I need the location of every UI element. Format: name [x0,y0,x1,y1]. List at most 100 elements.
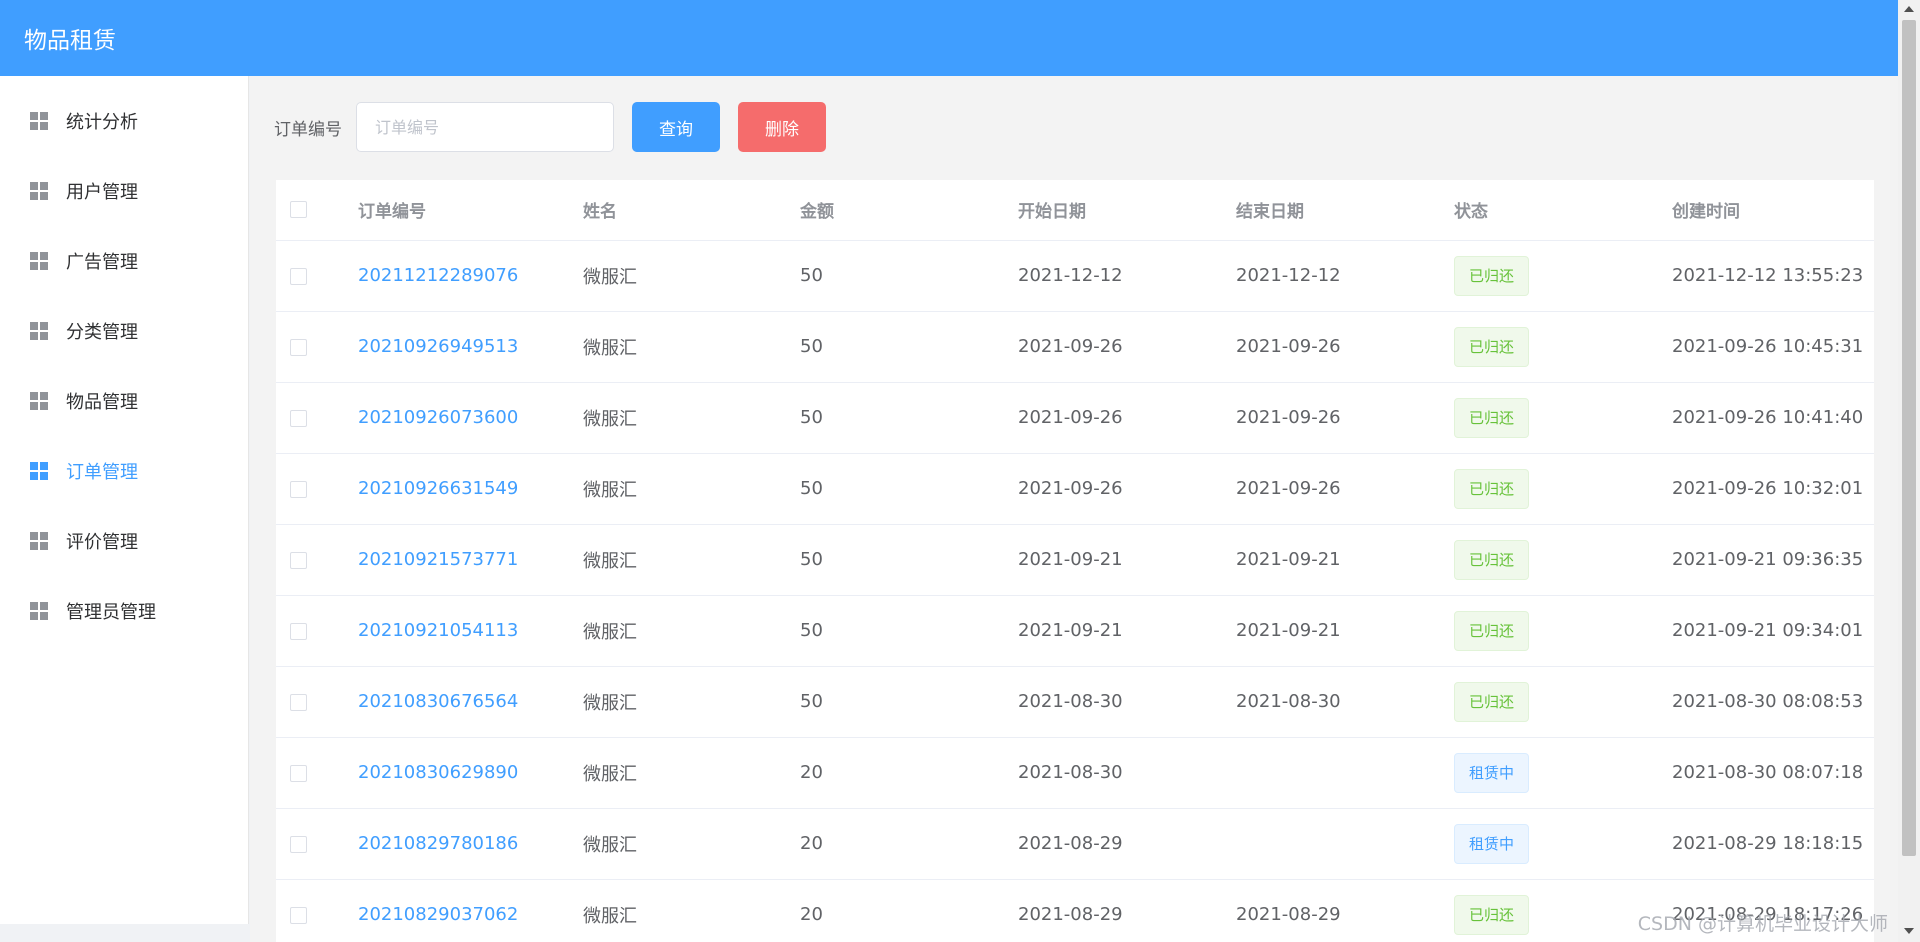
sidebar-item-items[interactable]: 物品管理 [0,366,248,436]
status-badge: 已归还 [1454,326,1530,367]
table-row[interactable]: 20211212289076 微服汇 50 2021-12-12 2021-12-12 已… [276,240,1874,312]
grid-icon [30,112,48,130]
status-badge: 租赁中 [1454,752,1530,793]
column-header: 订单编号 [358,180,583,241]
grid-icon [30,252,48,270]
status-badge: 已归还 [1454,681,1530,722]
start-date: 2021-12-12 [1018,240,1236,312]
end-date: 2021-08-30 [1236,666,1454,738]
sidebar-item-users[interactable]: 用户管理 [0,156,248,226]
order-number-link[interactable]: 20210829780186 [358,833,518,854]
created-time: 2021-08-30 08:08:53 [1672,666,1874,738]
row-checkbox[interactable] [290,551,307,569]
column-header: 状态 [1454,180,1672,241]
grid-icon [30,602,48,620]
query-button[interactable]: 查询 [632,102,720,152]
start-date: 2021-09-26 [1018,311,1236,383]
row-checkbox[interactable] [290,267,307,285]
order-number-link[interactable]: 20210829037062 [358,904,518,925]
grid-icon [30,182,48,200]
main-content: 订单编号 查询 删除 订单编号 姓名 金额 [250,76,1898,942]
orders-table: 订单编号 姓名 金额 开始日期 结束日期 状态 创建时间 20211212289… [276,180,1874,942]
amount: 50 [800,666,1018,738]
sidebar-item-label: 用户管理 [66,182,138,203]
row-checkbox[interactable] [290,409,307,427]
row-checkbox[interactable] [290,480,307,498]
table-row[interactable]: 20210926949513 微服汇 50 2021-09-26 2021-09-26 已… [276,311,1874,383]
table-row[interactable]: 20210830629890 微服汇 20 2021-08-30 租赁中 2021-08-… [276,737,1874,809]
delete-button[interactable]: 删除 [738,102,826,152]
column-header: 姓名 [583,180,800,241]
row-checkbox[interactable] [290,622,307,640]
amount: 50 [800,240,1018,312]
amount: 50 [800,453,1018,525]
created-time: 2021-09-26 10:45:31 [1672,311,1874,383]
sidebar-item-label: 统计分析 [66,112,138,133]
start-date: 2021-08-29 [1018,879,1236,942]
created-time: 2021-09-21 09:34:01 [1672,595,1874,667]
order-number-link[interactable]: 20210921573771 [358,549,518,570]
end-date: 2021-08-29 [1236,879,1454,942]
order-number-input[interactable] [356,102,614,152]
created-time: 2021-09-21 09:36:35 [1672,524,1874,596]
sidebar-item-categories[interactable]: 分类管理 [0,296,248,366]
watermark: CSDN @计算机毕业设计大师 [1637,913,1888,935]
sidebar: 统计分析 用户管理 广告管理 分类管理 物品管理 订单管理 评价管理 管理员管理 [0,76,249,924]
sidebar-item-admins[interactable]: 管理员管理 [0,576,248,646]
table-row[interactable]: 20210829037062 微服汇 20 2021-08-29 2021-08-29 已… [276,879,1874,942]
select-all-checkbox[interactable] [290,201,307,219]
amount: 20 [800,879,1018,942]
customer-name: 微服汇 [583,453,800,525]
order-number-link[interactable]: 20210926949513 [358,336,518,357]
order-number-link[interactable]: 20211212289076 [358,265,518,286]
grid-icon [30,392,48,410]
sidebar-item-label: 订单管理 [66,462,138,483]
table-row[interactable]: 20210926631549 微服汇 50 2021-09-26 2021-09-26 已… [276,453,1874,525]
order-number-link[interactable]: 20210926073600 [358,407,518,428]
scroll-up-arrow-icon[interactable] [1904,6,1914,12]
created-time: 2021-08-29 18:18:15 [1672,808,1874,880]
amount: 50 [800,524,1018,596]
sidebar-item-reviews[interactable]: 评价管理 [0,506,248,576]
start-date: 2021-08-29 [1018,808,1236,880]
status-badge: 已归还 [1454,397,1530,438]
end-date: 2021-09-26 [1236,453,1454,525]
scrollbar-thumb[interactable] [1902,20,1916,856]
row-checkbox[interactable] [290,338,307,356]
start-date: 2021-09-26 [1018,382,1236,454]
start-date: 2021-08-30 [1018,666,1236,738]
row-checkbox[interactable] [290,764,307,782]
start-date: 2021-09-21 [1018,524,1236,596]
row-checkbox[interactable] [290,693,307,711]
table-row[interactable]: 20210829780186 微服汇 20 2021-08-29 租赁中 2021-08-… [276,808,1874,880]
grid-icon [30,462,48,480]
page-scrollbar[interactable] [1898,0,1920,942]
sidebar-item-label: 管理员管理 [66,602,156,623]
row-checkbox[interactable] [290,835,307,853]
status-badge: 已归还 [1454,255,1530,296]
column-header: 创建时间 [1672,180,1874,241]
scroll-down-arrow-icon[interactable] [1904,928,1914,934]
sidebar-item-ads[interactable]: 广告管理 [0,226,248,296]
table-row[interactable]: 20210830676564 微服汇 50 2021-08-30 2021-08-30 已… [276,666,1874,738]
created-time: 2021-08-30 08:07:18 [1672,737,1874,809]
end-date: 2021-09-21 [1236,595,1454,667]
table-row[interactable]: 20210926073600 微服汇 50 2021-09-26 2021-09-26 已… [276,382,1874,454]
order-number-link[interactable]: 20210830629890 [358,762,518,783]
sidebar-item-label: 广告管理 [66,252,138,273]
sidebar-item-statistics[interactable]: 统计分析 [0,86,248,156]
row-checkbox[interactable] [290,906,307,924]
customer-name: 微服汇 [583,808,800,880]
table-row[interactable]: 20210921054113 微服汇 50 2021-09-21 2021-09-21 已… [276,595,1874,667]
customer-name: 微服汇 [583,595,800,667]
sidebar-item-orders[interactable]: 订单管理 [0,436,248,506]
status-badge: 已归还 [1454,894,1530,935]
order-number-link[interactable]: 20210921054113 [358,620,518,641]
table-row[interactable]: 20210921573771 微服汇 50 2021-09-21 2021-09-21 已… [276,524,1874,596]
order-number-link[interactable]: 20210830676564 [358,691,518,712]
customer-name: 微服汇 [583,240,800,312]
grid-icon [30,322,48,340]
end-date: 2021-09-26 [1236,382,1454,454]
created-time: 2021-12-12 13:55:23 [1672,240,1874,312]
order-number-link[interactable]: 20210926631549 [358,478,518,499]
